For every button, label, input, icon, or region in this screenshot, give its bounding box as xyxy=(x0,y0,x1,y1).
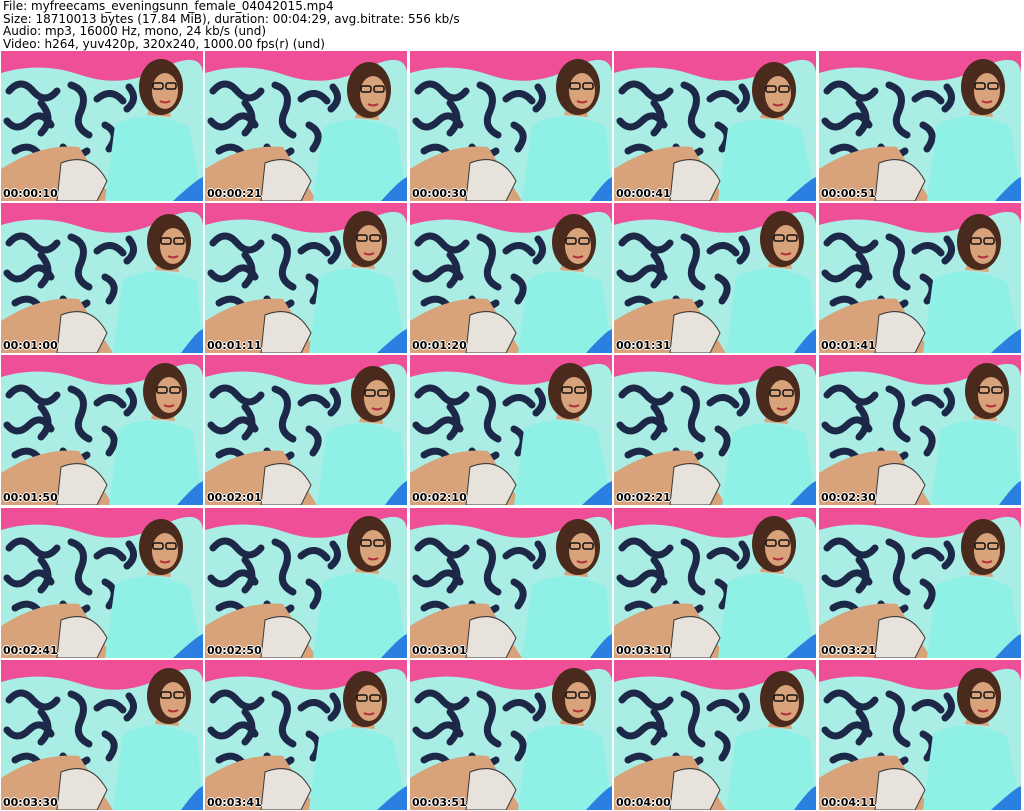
video-frame-thumbnail: 00:03:41 xyxy=(205,660,407,810)
frame-image xyxy=(410,203,612,353)
frame-timestamp: 00:02:01 xyxy=(207,491,262,504)
frame-timestamp: 00:02:41 xyxy=(3,644,58,657)
frame-timestamp: 00:03:01 xyxy=(412,644,467,657)
frame-image xyxy=(819,508,1021,658)
video-frame-thumbnail: 00:00:21 xyxy=(205,51,407,201)
frame-timestamp: 00:01:41 xyxy=(821,339,876,352)
thumbnail-grid: 00:00:10 00:00:21 00:00:30 00:00:41 00:0… xyxy=(0,50,1024,811)
video-frame-thumbnail: 00:03:01 xyxy=(410,508,612,658)
frame-timestamp: 00:01:50 xyxy=(3,491,58,504)
frame-timestamp: 00:02:30 xyxy=(821,491,876,504)
frame-image xyxy=(205,508,407,658)
frame-image xyxy=(205,355,407,505)
frame-timestamp: 00:02:50 xyxy=(207,644,262,657)
frame-image xyxy=(819,51,1021,201)
video-frame-thumbnail: 00:01:41 xyxy=(819,203,1021,353)
frame-timestamp: 00:00:21 xyxy=(207,187,262,200)
video-frame-thumbnail: 00:02:41 xyxy=(1,508,203,658)
frame-timestamp: 00:00:10 xyxy=(3,187,58,200)
video-frame-thumbnail: 00:02:21 xyxy=(614,355,816,505)
audio-info-line: Audio: mp3, 16000 Hz, mono, 24 kb/s (und… xyxy=(3,24,267,38)
frame-image xyxy=(1,660,203,810)
frame-image xyxy=(410,51,612,201)
frame-timestamp: 00:03:51 xyxy=(412,796,467,809)
video-frame-thumbnail: 00:01:00 xyxy=(1,203,203,353)
frame-image xyxy=(410,660,612,810)
frame-timestamp: 00:04:00 xyxy=(616,796,671,809)
file-name-line: File: myfreecams_eveningsunn_female_0404… xyxy=(3,0,334,13)
video-frame-thumbnail: 00:04:11 xyxy=(819,660,1021,810)
frame-image xyxy=(614,51,816,201)
frame-image xyxy=(819,203,1021,353)
video-frame-thumbnail: 00:00:30 xyxy=(410,51,612,201)
video-frame-thumbnail: 00:01:20 xyxy=(410,203,612,353)
frame-timestamp: 00:00:41 xyxy=(616,187,671,200)
video-frame-thumbnail: 00:02:30 xyxy=(819,355,1021,505)
frame-image xyxy=(614,660,816,810)
frame-image xyxy=(410,508,612,658)
frame-timestamp: 00:00:30 xyxy=(412,187,467,200)
frame-timestamp: 00:01:00 xyxy=(3,339,58,352)
video-frame-thumbnail: 00:02:10 xyxy=(410,355,612,505)
video-frame-thumbnail: 00:04:00 xyxy=(614,660,816,810)
frame-timestamp: 00:01:20 xyxy=(412,339,467,352)
frame-timestamp: 00:02:21 xyxy=(616,491,671,504)
frame-image xyxy=(1,51,203,201)
frame-image xyxy=(614,355,816,505)
frame-image xyxy=(819,355,1021,505)
file-info-header: File: myfreecams_eveningsunn_female_0404… xyxy=(3,0,1021,50)
video-info-line: Video: h264, yuv420p, 320x240, 1000.00 f… xyxy=(3,36,325,51)
video-frame-thumbnail: 00:03:30 xyxy=(1,660,203,810)
video-frame-thumbnail: 00:00:51 xyxy=(819,51,1021,201)
frame-timestamp: 00:03:30 xyxy=(3,796,58,809)
frame-image xyxy=(1,508,203,658)
frame-image xyxy=(614,508,816,658)
frame-timestamp: 00:03:10 xyxy=(616,644,671,657)
frame-image xyxy=(205,203,407,353)
video-frame-thumbnail: 00:03:51 xyxy=(410,660,612,810)
video-frame-thumbnail: 00:02:01 xyxy=(205,355,407,505)
frame-timestamp: 00:00:51 xyxy=(821,187,876,200)
video-frame-thumbnail: 00:03:21 xyxy=(819,508,1021,658)
video-frame-thumbnail: 00:00:10 xyxy=(1,51,203,201)
frame-image xyxy=(819,660,1021,810)
frame-image xyxy=(614,203,816,353)
frame-image xyxy=(1,355,203,505)
video-frame-thumbnail: 00:00:41 xyxy=(614,51,816,201)
frame-image xyxy=(410,355,612,505)
frame-image xyxy=(1,203,203,353)
video-frame-thumbnail: 00:01:31 xyxy=(614,203,816,353)
frame-image xyxy=(205,660,407,810)
frame-timestamp: 00:01:31 xyxy=(616,339,671,352)
video-frame-thumbnail: 00:03:10 xyxy=(614,508,816,658)
frame-timestamp: 00:01:11 xyxy=(207,339,262,352)
frame-timestamp: 00:03:41 xyxy=(207,796,262,809)
video-frame-thumbnail: 00:02:50 xyxy=(205,508,407,658)
video-frame-thumbnail: 00:01:50 xyxy=(1,355,203,505)
frame-timestamp: 00:02:10 xyxy=(412,491,467,504)
frame-timestamp: 00:04:11 xyxy=(821,796,876,809)
frame-image xyxy=(205,51,407,201)
frame-timestamp: 00:03:21 xyxy=(821,644,876,657)
video-frame-thumbnail: 00:01:11 xyxy=(205,203,407,353)
